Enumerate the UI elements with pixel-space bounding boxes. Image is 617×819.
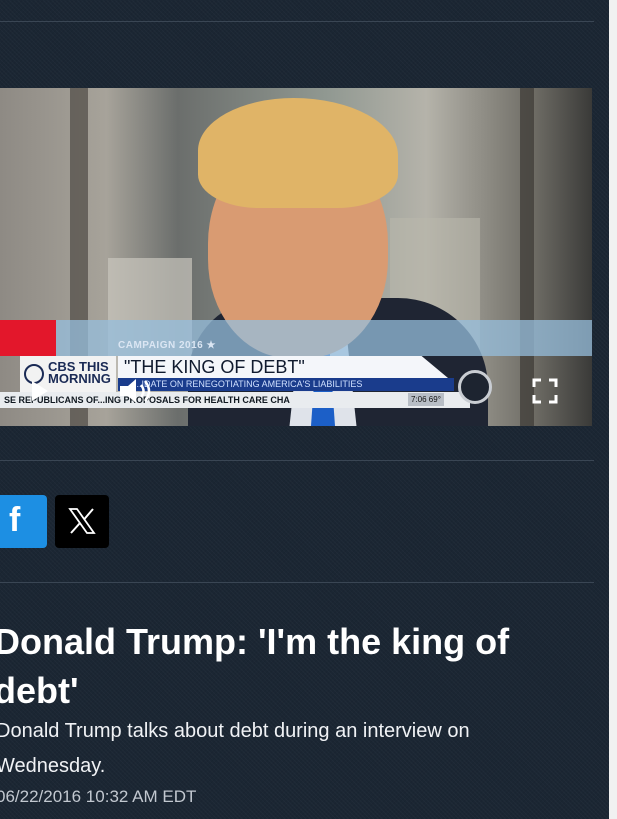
cbs-eye-icon [458, 370, 492, 404]
ticker-clock: 7:06 69° [408, 393, 444, 406]
volume-icon[interactable] [118, 376, 158, 406]
channel-logo-text: CBS THIS MORNING [48, 359, 111, 386]
video-divider [0, 460, 594, 461]
lower-third-headline: "THE KING OF DEBT" [118, 356, 448, 378]
article-description: Donald Trump talks about debt during an … [0, 720, 470, 777]
share-divider [0, 582, 594, 583]
facebook-share-button[interactable]: f [0, 495, 47, 548]
article-title: Donald Trump: 'I'm the king of debt' [0, 621, 510, 711]
fullscreen-icon[interactable] [532, 378, 558, 404]
article-timestamp: 06/22/2016 10:32 AM EDT [0, 787, 197, 806]
video-background [520, 88, 534, 426]
x-share-button[interactable] [55, 495, 109, 548]
lower-third-accent [0, 320, 56, 356]
top-divider [0, 21, 594, 22]
lower-third-band [0, 320, 592, 356]
play-icon[interactable] [32, 381, 48, 401]
news-ticker: SE REPUBLICANS OF...ING PROPOSALS FOR HE… [0, 392, 470, 408]
page-scrollbar[interactable] [609, 0, 617, 819]
lower-third-subhead: ...IDATE ON RENEGOTIATING AMERICA'S LIAB… [118, 378, 454, 391]
lower-third-tag: CAMPAIGN 2016 ★ [118, 340, 216, 351]
x-logo-icon [68, 508, 96, 534]
facebook-icon: f [9, 501, 21, 539]
video-player[interactable]: CAMPAIGN 2016 ★ CBS THIS MORNING "THE KI… [0, 88, 592, 426]
